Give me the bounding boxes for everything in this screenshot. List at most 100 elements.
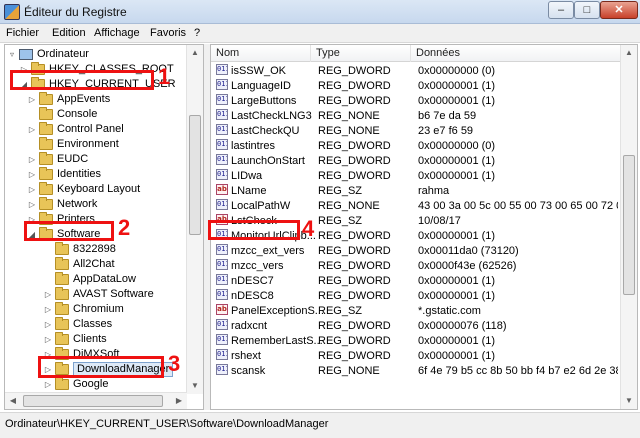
column-header-name[interactable]: Nom xyxy=(211,45,311,62)
value-row[interactable]: 011nDESC7 REG_DWORD 0x00000001 (1) xyxy=(211,274,621,289)
tree-item[interactable]: ▷ Network xyxy=(27,197,97,212)
tree-item[interactable]: Environment xyxy=(27,137,119,152)
expand-arrow-icon[interactable]: ▷ xyxy=(43,302,53,317)
folder-icon xyxy=(55,377,69,390)
value-row[interactable]: 011nDESC8 REG_DWORD 0x00000001 (1) xyxy=(211,289,621,304)
value-row[interactable]: 011isSSW_OK REG_DWORD 0x00000000 (0) xyxy=(211,64,621,79)
expand-arrow-icon[interactable]: ▷ xyxy=(43,287,53,302)
tree-item[interactable]: ▷ AppEvents xyxy=(27,92,110,107)
title-bar: Éditeur du Registre – □ ✕ xyxy=(0,0,640,24)
tree-item[interactable]: ▷ Classes xyxy=(43,317,112,332)
scroll-down-icon[interactable]: ▼ xyxy=(621,393,637,409)
expand-arrow-icon[interactable]: ▷ xyxy=(27,197,37,212)
expand-arrow-icon[interactable]: ▷ xyxy=(27,167,37,182)
scroll-up-icon[interactable]: ▲ xyxy=(187,45,203,61)
value-row[interactable]: 011scansk REG_NONE 6f 4e 79 b5 cc 8b 50 bb… xyxy=(211,364,621,379)
value-row[interactable]: 011LocalPathW REG_NONE 43 00 3a 00 5c 00 5… xyxy=(211,199,621,214)
expand-arrow-icon[interactable]: ▷ xyxy=(27,92,37,107)
menu-help[interactable]: ? xyxy=(194,27,200,39)
tree-item[interactable]: 8322898 xyxy=(43,242,116,257)
tree-item-label: AVAST Software xyxy=(73,288,154,300)
value-row[interactable]: 011radxcnt REG_DWORD 0x00000076 (118) xyxy=(211,319,621,334)
value-type: REG_NONE xyxy=(318,365,380,377)
value-type: REG_NONE xyxy=(318,110,380,122)
tree-hscroll-thumb[interactable] xyxy=(23,395,163,407)
scroll-down-icon[interactable]: ▼ xyxy=(187,378,203,394)
tree-item[interactable]: ▷ Chromium xyxy=(43,302,124,317)
tree-item[interactable]: ▷ EUDC xyxy=(27,152,88,167)
tree-item[interactable]: Console xyxy=(27,107,97,122)
folder-icon xyxy=(55,257,69,270)
tree-item[interactable]: All2Chat xyxy=(43,257,115,272)
expand-arrow-icon[interactable]: ▷ xyxy=(43,317,53,332)
value-type: REG_DWORD xyxy=(318,290,391,302)
value-row[interactable]: ab PanelExceptionS... REG_SZ *.gstatic.com xyxy=(211,304,621,319)
collapse-arrow-icon[interactable]: ▿ xyxy=(7,47,17,62)
string-icon: ab xyxy=(216,304,228,315)
dword-icon: 011 xyxy=(216,199,228,210)
value-row[interactable]: 011LastCheckQU REG_NONE 23 e7 f6 59 xyxy=(211,124,621,139)
column-header-data[interactable]: Données xyxy=(411,45,621,62)
list-scroll-thumb[interactable] xyxy=(623,155,635,295)
expand-arrow-icon[interactable]: ▷ xyxy=(43,332,53,347)
tree-item-label: All2Chat xyxy=(73,258,115,270)
value-data: 0x00000001 (1) xyxy=(418,80,496,92)
value-type: REG_DWORD xyxy=(318,140,391,152)
maximize-button[interactable]: □ xyxy=(574,1,600,19)
value-row[interactable]: 011mzcc_ext_vers REG_DWORD 0x00011da0 (731… xyxy=(211,244,621,259)
value-row[interactable]: 011LargeButtons REG_DWORD 0x00000001 (1) xyxy=(211,94,621,109)
status-path: Ordinateur\HKEY_CURRENT_USER\Software\Do… xyxy=(5,418,329,430)
scroll-right-icon[interactable]: ▶ xyxy=(171,393,187,409)
value-row[interactable]: 011mzcc_vers REG_DWORD 0x0000f43e (62526) xyxy=(211,259,621,274)
tree-scroll-thumb[interactable] xyxy=(189,115,201,235)
value-row[interactable]: ab LName REG_SZ rahma xyxy=(211,184,621,199)
scroll-left-icon[interactable]: ◀ xyxy=(5,393,21,409)
value-row[interactable]: 011LanguageID REG_DWORD 0x00000001 (1) xyxy=(211,79,621,94)
value-type: REG_DWORD xyxy=(318,80,391,92)
tree-item[interactable]: AppDataLow xyxy=(43,272,136,287)
menu-edition[interactable]: Edition xyxy=(52,27,86,39)
value-row[interactable]: 011RememberLastS...REG_DWORD 0x00000001 (… xyxy=(211,334,621,349)
menu-affichage[interactable]: Affichage xyxy=(94,27,140,39)
menu-fichier[interactable]: Fichier xyxy=(6,27,39,39)
tree-item-label: Control Panel xyxy=(57,123,124,135)
dword-icon: 011 xyxy=(216,364,228,375)
expand-arrow-icon[interactable]: ▷ xyxy=(43,377,53,392)
tree-item[interactable]: ▷ Control Panel xyxy=(27,122,124,137)
scroll-up-icon[interactable]: ▲ xyxy=(621,45,637,61)
expand-arrow-icon[interactable]: ▷ xyxy=(27,122,37,137)
value-row[interactable]: 011rshext REG_DWORD 0x00000001 (1) xyxy=(211,349,621,364)
tree-item[interactable]: ▷ Keyboard Layout xyxy=(27,182,140,197)
value-type: REG_DWORD xyxy=(318,65,391,77)
value-type: REG_DWORD xyxy=(318,170,391,182)
minimize-button[interactable]: – xyxy=(548,1,574,19)
value-name: LastCheckQU xyxy=(231,125,300,137)
tree-item[interactable]: ▿ Ordinateur xyxy=(7,47,89,62)
value-type: REG_NONE xyxy=(318,125,380,137)
tree-item[interactable]: ▷ Identities xyxy=(27,167,101,182)
value-name: LargeButtons xyxy=(231,95,297,107)
tree-vertical-scrollbar[interactable]: ▲ ▼ xyxy=(186,45,203,394)
tree-horizontal-scrollbar[interactable]: ◀ ▶ xyxy=(5,392,187,409)
tree-item[interactable]: ▷ AVAST Software xyxy=(43,287,154,302)
value-row[interactable]: 011LaunchOnStart REG_DWORD 0x00000001 (1) xyxy=(211,154,621,169)
annotation-number-4: 4 xyxy=(302,216,315,241)
tree-item[interactable]: ▷ Clients xyxy=(43,332,107,347)
expand-arrow-icon[interactable]: ▷ xyxy=(27,182,37,197)
tree-item[interactable]: ▷ Google xyxy=(43,377,108,392)
column-header-type[interactable]: Type xyxy=(311,45,411,62)
value-row[interactable]: 011lastintres REG_DWORD 0x00000000 (0) xyxy=(211,139,621,154)
expand-arrow-icon[interactable]: ▷ xyxy=(27,152,37,167)
value-row[interactable]: 011LIDwa REG_DWORD 0x00000001 (1) xyxy=(211,169,621,184)
value-data: 0x00000001 (1) xyxy=(418,95,496,107)
list-vertical-scrollbar[interactable]: ▲ ▼ xyxy=(620,45,637,409)
menu-favoris[interactable]: Favoris xyxy=(150,27,186,39)
value-type: REG_DWORD xyxy=(318,95,391,107)
value-row[interactable]: 011LastCheckLNG3 REG_NONE b6 7e da 59 xyxy=(211,109,621,124)
tree-item-label: Console xyxy=(57,108,98,120)
close-button[interactable]: ✕ xyxy=(600,1,638,19)
value-name: mzcc_vers xyxy=(231,260,284,272)
folder-icon xyxy=(39,92,53,105)
value-type: REG_DWORD xyxy=(318,275,391,287)
value-data: 0x00000001 (1) xyxy=(418,275,496,287)
